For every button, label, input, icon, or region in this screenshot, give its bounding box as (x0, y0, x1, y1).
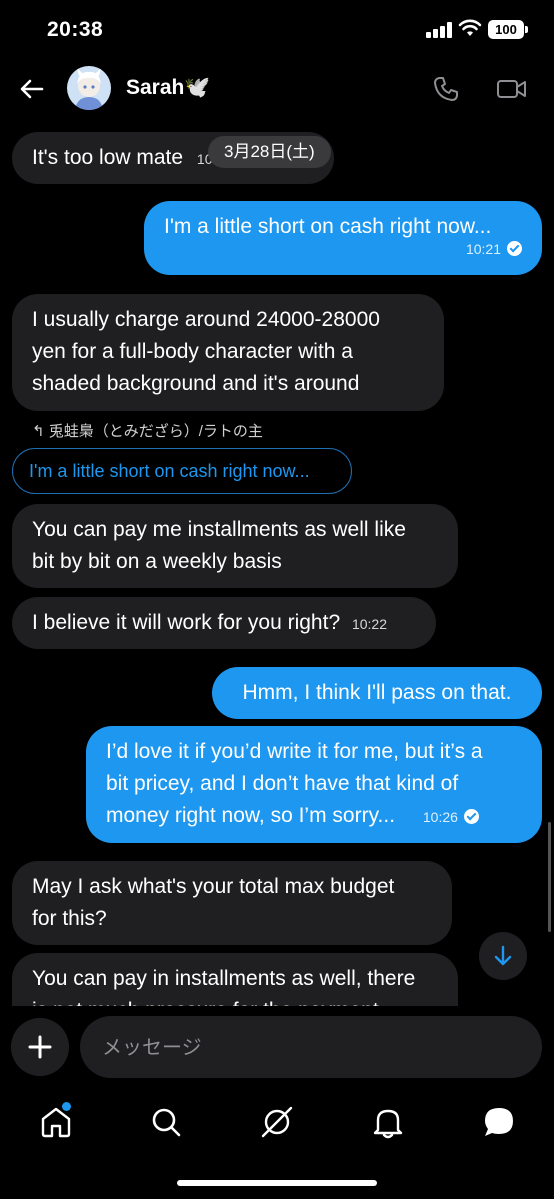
message-line: money right now, so I’m sorry... 10:26 (106, 800, 522, 833)
notification-dot (62, 1102, 71, 1111)
message-input[interactable] (80, 1016, 542, 1078)
message-bubble[interactable]: May I ask what's your total max budget f… (12, 861, 452, 945)
message-line: shaded background and it's around (32, 372, 360, 395)
reply-arrow-icon: ↰ (32, 423, 45, 440)
scroll-down-icon[interactable] (479, 932, 527, 980)
status-bar: 20:38 100 (0, 0, 554, 58)
avatar[interactable] (67, 66, 111, 110)
message-bubble[interactable]: Hmm, I think I'll pass on that. (212, 667, 542, 719)
composer (0, 1006, 554, 1090)
message-text: It's too low mate (32, 146, 184, 169)
message-bubble[interactable]: I usually charge around 24000-28000 yen … (12, 294, 444, 411)
explore-icon[interactable] (259, 1104, 295, 1140)
message-line: for this? (32, 907, 107, 930)
message-line: bit by bit on a weekly basis (32, 550, 282, 573)
avatar-image (67, 66, 111, 110)
chat-icon[interactable] (481, 1104, 517, 1140)
message-text: I'm a little short on cash right now... (164, 215, 492, 238)
status-time: 20:38 (47, 18, 104, 41)
message-bubble[interactable]: I'm a little short on cash right now... … (144, 201, 542, 275)
message-text: Hmm, I think I'll pass on that. (242, 681, 512, 704)
bell-icon[interactable] (370, 1104, 406, 1140)
add-attachment-button[interactable] (11, 1018, 69, 1076)
search-icon[interactable] (148, 1104, 184, 1140)
message-line-text: money right now, so I’m sorry... (106, 804, 396, 827)
message-line: is not much pressure for the payment (32, 995, 438, 1006)
date-divider: 3月28日(土) (208, 136, 331, 168)
message-time: 10:22 (351, 616, 388, 632)
message-bubble[interactable]: I’d love it if you’d write it for me, bu… (86, 726, 542, 843)
read-check-icon (463, 809, 479, 824)
reply-author-name: 兎蛙梟（とみだざら）/ラトの主 (48, 423, 263, 440)
scrollbar[interactable] (548, 822, 551, 932)
message-time: 10:26 (422, 809, 458, 825)
battery-cap (525, 26, 528, 33)
reply-author: ↰ 兎蛙梟（とみだざら）/ラトの主 (32, 420, 263, 441)
read-check-icon (507, 241, 522, 256)
phone-icon[interactable] (432, 75, 460, 103)
message-line: I usually charge around 24000-28000 (32, 308, 380, 331)
contact-name[interactable]: Sarah🕊️ (126, 76, 211, 100)
message-bubble[interactable]: You can pay in installments as well, the… (12, 953, 458, 1006)
home-indicator (177, 1180, 377, 1186)
message-line: yen for a full-body character with a (32, 340, 353, 363)
message-line: bit pricey, and I don’t have that kind o… (106, 772, 459, 795)
quoted-message[interactable]: I'm a little short on cash right now... (12, 448, 352, 494)
back-arrow-icon[interactable] (18, 75, 46, 103)
chat-header: Sarah🕊️ (0, 58, 554, 122)
message-line: You can pay me installments as well like (32, 518, 406, 541)
signal-icon (426, 22, 452, 38)
message-bubble[interactable]: You can pay me installments as well like… (12, 504, 458, 588)
battery-icon: 100 (488, 20, 524, 39)
video-camera-icon[interactable] (496, 75, 528, 103)
message-list[interactable]: It's too low mate 10:20 3月28日(土) I'm a l… (0, 122, 554, 1006)
message-bubble[interactable]: I believe it will work for you right? 10… (12, 597, 436, 649)
message-line: You can pay in installments as well, the… (32, 967, 416, 990)
message-time: 10:21 (465, 241, 501, 257)
wifi-icon (458, 19, 482, 36)
message-text: I believe it will work for you right? (32, 611, 341, 634)
message-line: May I ask what's your total max budget (32, 875, 395, 898)
message-line: I’d love it if you’d write it for me, bu… (106, 740, 483, 763)
